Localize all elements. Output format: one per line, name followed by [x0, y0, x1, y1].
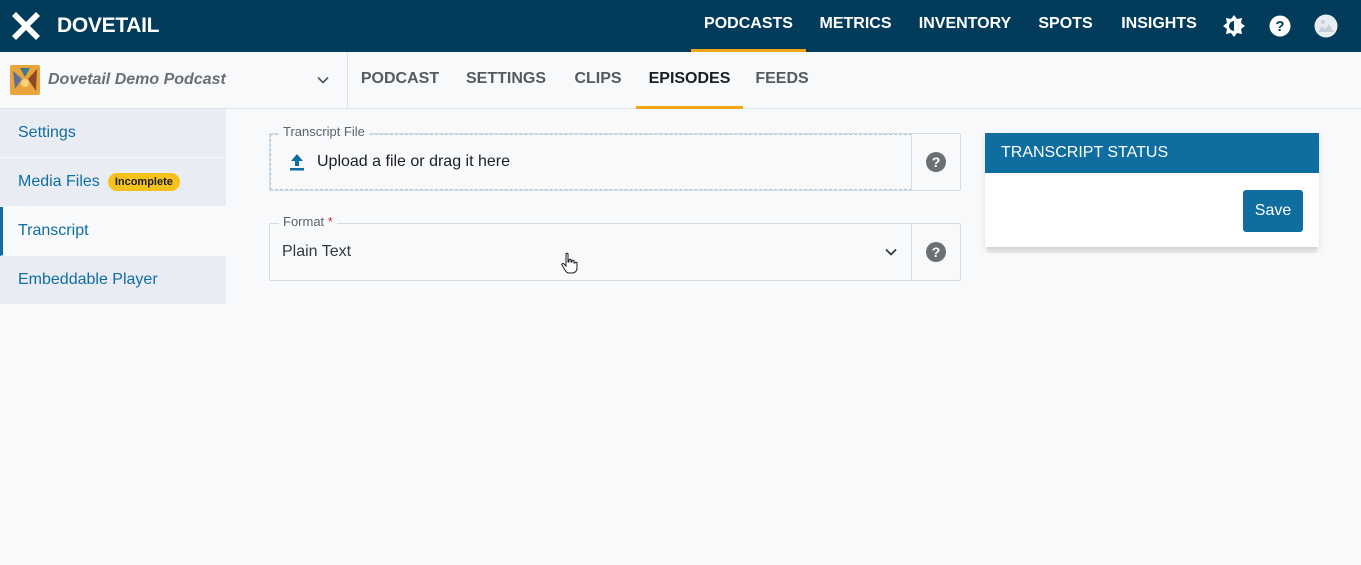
help-circle-icon: ?: [926, 242, 946, 262]
nav-insights[interactable]: INSIGHTS: [1114, 0, 1204, 52]
chevron-down-icon[interactable]: [315, 72, 331, 88]
tab-feeds[interactable]: FEEDS: [743, 52, 821, 109]
brand-logo[interactable]: DOVETAIL: [10, 10, 160, 42]
file-upload-dropzone[interactable]: Upload a file or drag it here: [270, 134, 912, 190]
help-icon[interactable]: ?: [1268, 14, 1292, 38]
sidebar-item-embeddable-player[interactable]: Embeddable Player: [0, 256, 226, 305]
podcast-name: Dovetail Demo Podcast: [48, 71, 226, 88]
tab-settings[interactable]: SETTINGS: [452, 52, 560, 109]
nav-podcasts[interactable]: PODCASTS: [691, 0, 806, 52]
top-navbar: DOVETAIL PODCASTS METRICS INVENTORY SPOT…: [0, 0, 1361, 52]
tab-podcast[interactable]: PODCAST: [348, 52, 452, 109]
brand-name: DOVETAIL: [57, 14, 160, 37]
sidebar-item-label: Media Files: [18, 173, 100, 190]
save-button[interactable]: Save: [1243, 190, 1303, 232]
format-field: Format * Plain Text ?: [269, 214, 961, 281]
episode-sidebar: Settings Media Files Incomplete Transcri…: [0, 109, 226, 305]
nav-inventory[interactable]: INVENTORY: [912, 0, 1018, 52]
sub-navbar: Dovetail Demo Podcast PODCAST SETTINGS C…: [0, 52, 1361, 109]
podcast-artwork: [10, 65, 40, 95]
help-circle-icon: ?: [926, 152, 946, 172]
format-select[interactable]: Plain Text: [270, 224, 912, 280]
transcript-status-card: TRANSCRIPT STATUS Save: [985, 133, 1319, 247]
tab-clips[interactable]: CLIPS: [560, 52, 636, 109]
upload-text: Upload a file or drag it here: [317, 153, 510, 170]
sidebar-item-settings[interactable]: Settings: [0, 109, 226, 158]
podcast-selector[interactable]: Dovetail Demo Podcast: [0, 52, 348, 108]
svg-text:?: ?: [932, 244, 941, 260]
transcript-file-field: Upload a file or drag it here ? Transcri…: [269, 124, 961, 191]
sidebar-item-label: Transcript: [18, 222, 89, 239]
sidebar-item-transcript[interactable]: Transcript: [0, 207, 226, 256]
upload-icon: [290, 154, 304, 171]
sidebar-item-label: Settings: [18, 124, 76, 141]
svg-text:?: ?: [1275, 18, 1284, 35]
svg-text:?: ?: [932, 154, 941, 170]
status-badge: Incomplete: [107, 173, 180, 191]
dovetail-x-icon: [12, 12, 40, 40]
tab-episodes[interactable]: EPISODES: [636, 52, 743, 109]
transcript-file-help[interactable]: ?: [911, 134, 960, 190]
status-card-title: TRANSCRIPT STATUS: [985, 133, 1319, 173]
avatar[interactable]: [1314, 14, 1338, 38]
format-help[interactable]: ?: [911, 224, 960, 280]
sidebar-item-media-files[interactable]: Media Files Incomplete: [0, 158, 226, 207]
sidebar-item-label: Embeddable Player: [18, 271, 158, 288]
brightness-icon[interactable]: [1222, 14, 1246, 38]
nav-spots[interactable]: SPOTS: [1032, 0, 1099, 52]
transcript-file-label: Transcript File: [279, 124, 369, 139]
format-select-value: Plain Text: [282, 243, 352, 260]
nav-metrics[interactable]: METRICS: [812, 0, 899, 52]
hand-pointer-icon: [561, 252, 578, 274]
chevron-down-icon: [885, 248, 897, 256]
